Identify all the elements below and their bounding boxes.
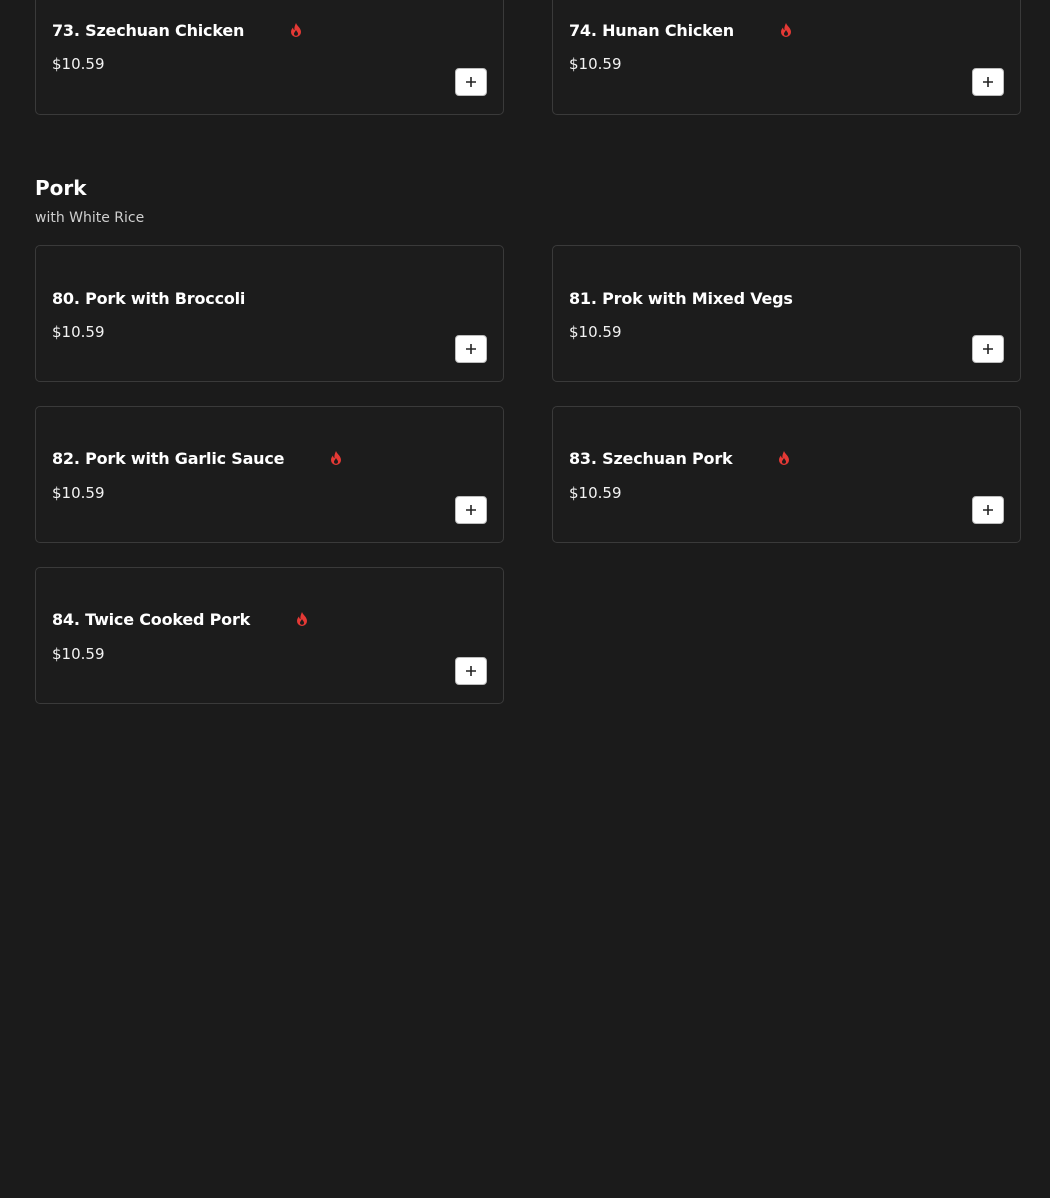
item-name-row: 83. Szechuan Pork: [569, 446, 790, 470]
item-name-row: 82. Pork with Garlic Sauce: [52, 446, 342, 470]
menu-page: 73. Szechuan Chicken $10.59 74. Hunan Ch…: [0, 0, 1050, 1198]
item-price: $10.59: [52, 55, 105, 73]
spicy-flame-icon: [330, 451, 342, 465]
item-name-row: 74. Hunan Chicken: [569, 18, 792, 42]
item-price: $10.59: [569, 323, 622, 341]
plus-icon: [466, 666, 476, 676]
item-name-row: 80. Pork with Broccoli: [52, 286, 245, 310]
plus-icon: [466, 505, 476, 515]
menu-item-card[interactable]: 73. Szechuan Chicken $10.59: [35, 0, 504, 115]
item-name: 82. Pork with Garlic Sauce: [52, 448, 285, 468]
item-name-row: 73. Szechuan Chicken: [52, 18, 302, 42]
item-price: $10.59: [569, 55, 622, 73]
menu-item-card[interactable]: 83. Szechuan Pork $10.59: [552, 406, 1021, 543]
item-name: 80. Pork with Broccoli: [52, 288, 246, 308]
plus-icon: [466, 77, 476, 87]
add-to-cart-button[interactable]: [972, 335, 1004, 363]
plus-icon: [983, 77, 993, 87]
section-subtitle: with White Rice: [35, 210, 145, 226]
menu-item-card[interactable]: 81. Prok with Mixed Vegs $10.59: [552, 245, 1021, 382]
menu-item-card[interactable]: 84. Twice Cooked Pork $10.59: [35, 567, 504, 704]
item-price: $10.59: [52, 323, 105, 341]
add-to-cart-button[interactable]: [455, 68, 487, 96]
item-name: 84. Twice Cooked Pork: [52, 609, 251, 629]
add-to-cart-button[interactable]: [455, 335, 487, 363]
item-price: $10.59: [52, 645, 105, 663]
item-name: 73. Szechuan Chicken: [52, 20, 245, 40]
add-to-cart-button[interactable]: [455, 496, 487, 524]
menu-item-card[interactable]: 82. Pork with Garlic Sauce $10.59: [35, 406, 504, 543]
add-to-cart-button[interactable]: [972, 496, 1004, 524]
item-name-row: 84. Twice Cooked Pork: [52, 607, 308, 631]
add-to-cart-button[interactable]: [455, 657, 487, 685]
spicy-flame-icon: [290, 23, 302, 37]
item-price: $10.59: [569, 484, 622, 502]
plus-icon: [983, 344, 993, 354]
item-name-row: 81. Prok with Mixed Vegs: [569, 286, 793, 310]
item-price: $10.59: [52, 484, 105, 502]
section-title: Pork: [35, 176, 87, 200]
spicy-flame-icon: [296, 612, 308, 626]
plus-icon: [983, 505, 993, 515]
menu-item-card[interactable]: 80. Pork with Broccoli $10.59: [35, 245, 504, 382]
item-name: 83. Szechuan Pork: [569, 448, 733, 468]
plus-icon: [466, 344, 476, 354]
spicy-flame-icon: [778, 451, 790, 465]
item-name: 81. Prok with Mixed Vegs: [569, 288, 793, 308]
spicy-flame-icon: [780, 23, 792, 37]
add-to-cart-button[interactable]: [972, 68, 1004, 96]
menu-item-card[interactable]: 74. Hunan Chicken $10.59: [552, 0, 1021, 115]
item-name: 74. Hunan Chicken: [569, 20, 734, 40]
